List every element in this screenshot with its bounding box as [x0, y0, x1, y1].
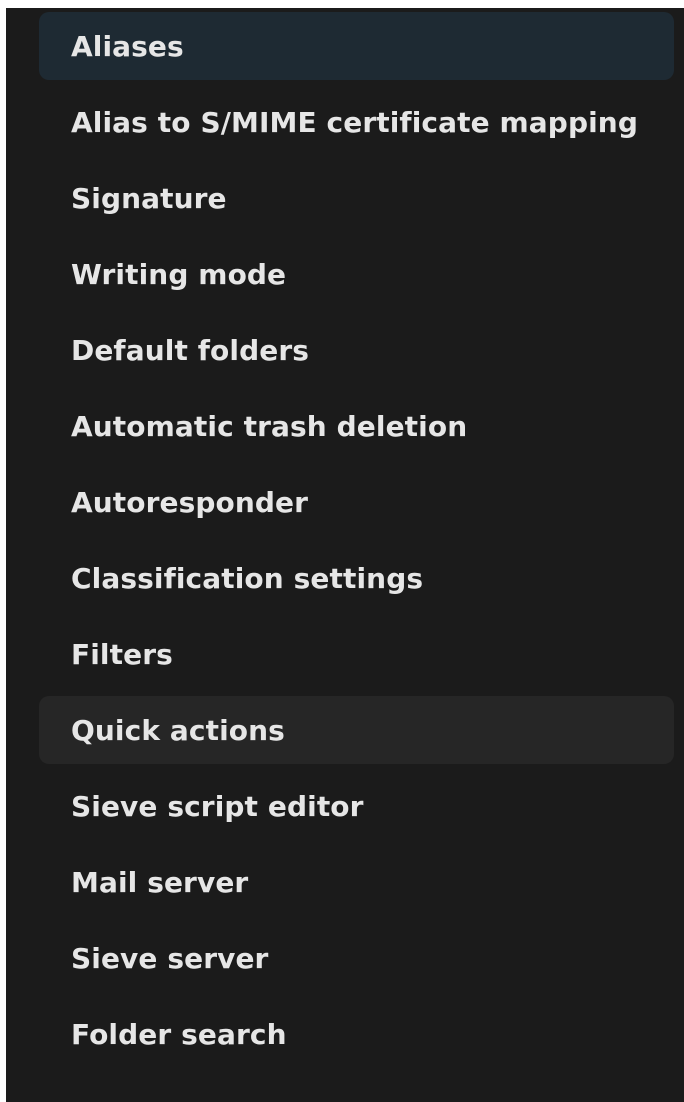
- menu-item-label: Sieve script editor: [71, 789, 364, 823]
- menu-item-quick-actions[interactable]: Quick actions: [39, 696, 674, 764]
- menu-item-classification-settings[interactable]: Classification settings: [39, 544, 674, 612]
- menu-item-filters[interactable]: Filters: [39, 620, 674, 688]
- settings-menu-list: Aliases Alias to S/MIME certificate mapp…: [39, 12, 674, 1076]
- menu-item-aliases[interactable]: Aliases: [39, 12, 674, 80]
- menu-item-default-folders[interactable]: Default folders: [39, 316, 674, 384]
- menu-item-folder-search[interactable]: Folder search: [39, 1000, 674, 1068]
- menu-item-autoresponder[interactable]: Autoresponder: [39, 468, 674, 536]
- menu-item-label: Signature: [71, 181, 227, 215]
- menu-item-label: Filters: [71, 637, 173, 671]
- menu-item-automatic-trash-deletion[interactable]: Automatic trash deletion: [39, 392, 674, 460]
- menu-item-label: Default folders: [71, 333, 309, 367]
- menu-item-alias-smime-mapping[interactable]: Alias to S/MIME certificate mapping: [39, 88, 674, 156]
- menu-item-sieve-script-editor[interactable]: Sieve script editor: [39, 772, 674, 840]
- menu-item-label: Autoresponder: [71, 485, 309, 519]
- menu-item-label: Automatic trash deletion: [71, 409, 468, 443]
- menu-item-label: Mail server: [71, 865, 249, 899]
- menu-item-sieve-server[interactable]: Sieve server: [39, 924, 674, 992]
- menu-item-label: Aliases: [71, 29, 184, 63]
- menu-item-mail-server[interactable]: Mail server: [39, 848, 674, 916]
- menu-item-signature[interactable]: Signature: [39, 164, 674, 232]
- menu-item-label: Classification settings: [71, 561, 424, 595]
- menu-item-writing-mode[interactable]: Writing mode: [39, 240, 674, 308]
- settings-sidebar: Aliases Alias to S/MIME certificate mapp…: [6, 8, 684, 1102]
- menu-item-label: Writing mode: [71, 257, 287, 291]
- menu-item-label: Quick actions: [71, 713, 285, 747]
- menu-item-label: Sieve server: [71, 941, 269, 975]
- menu-item-label: Alias to S/MIME certificate mapping: [71, 105, 638, 139]
- menu-item-label: Folder search: [71, 1017, 287, 1051]
